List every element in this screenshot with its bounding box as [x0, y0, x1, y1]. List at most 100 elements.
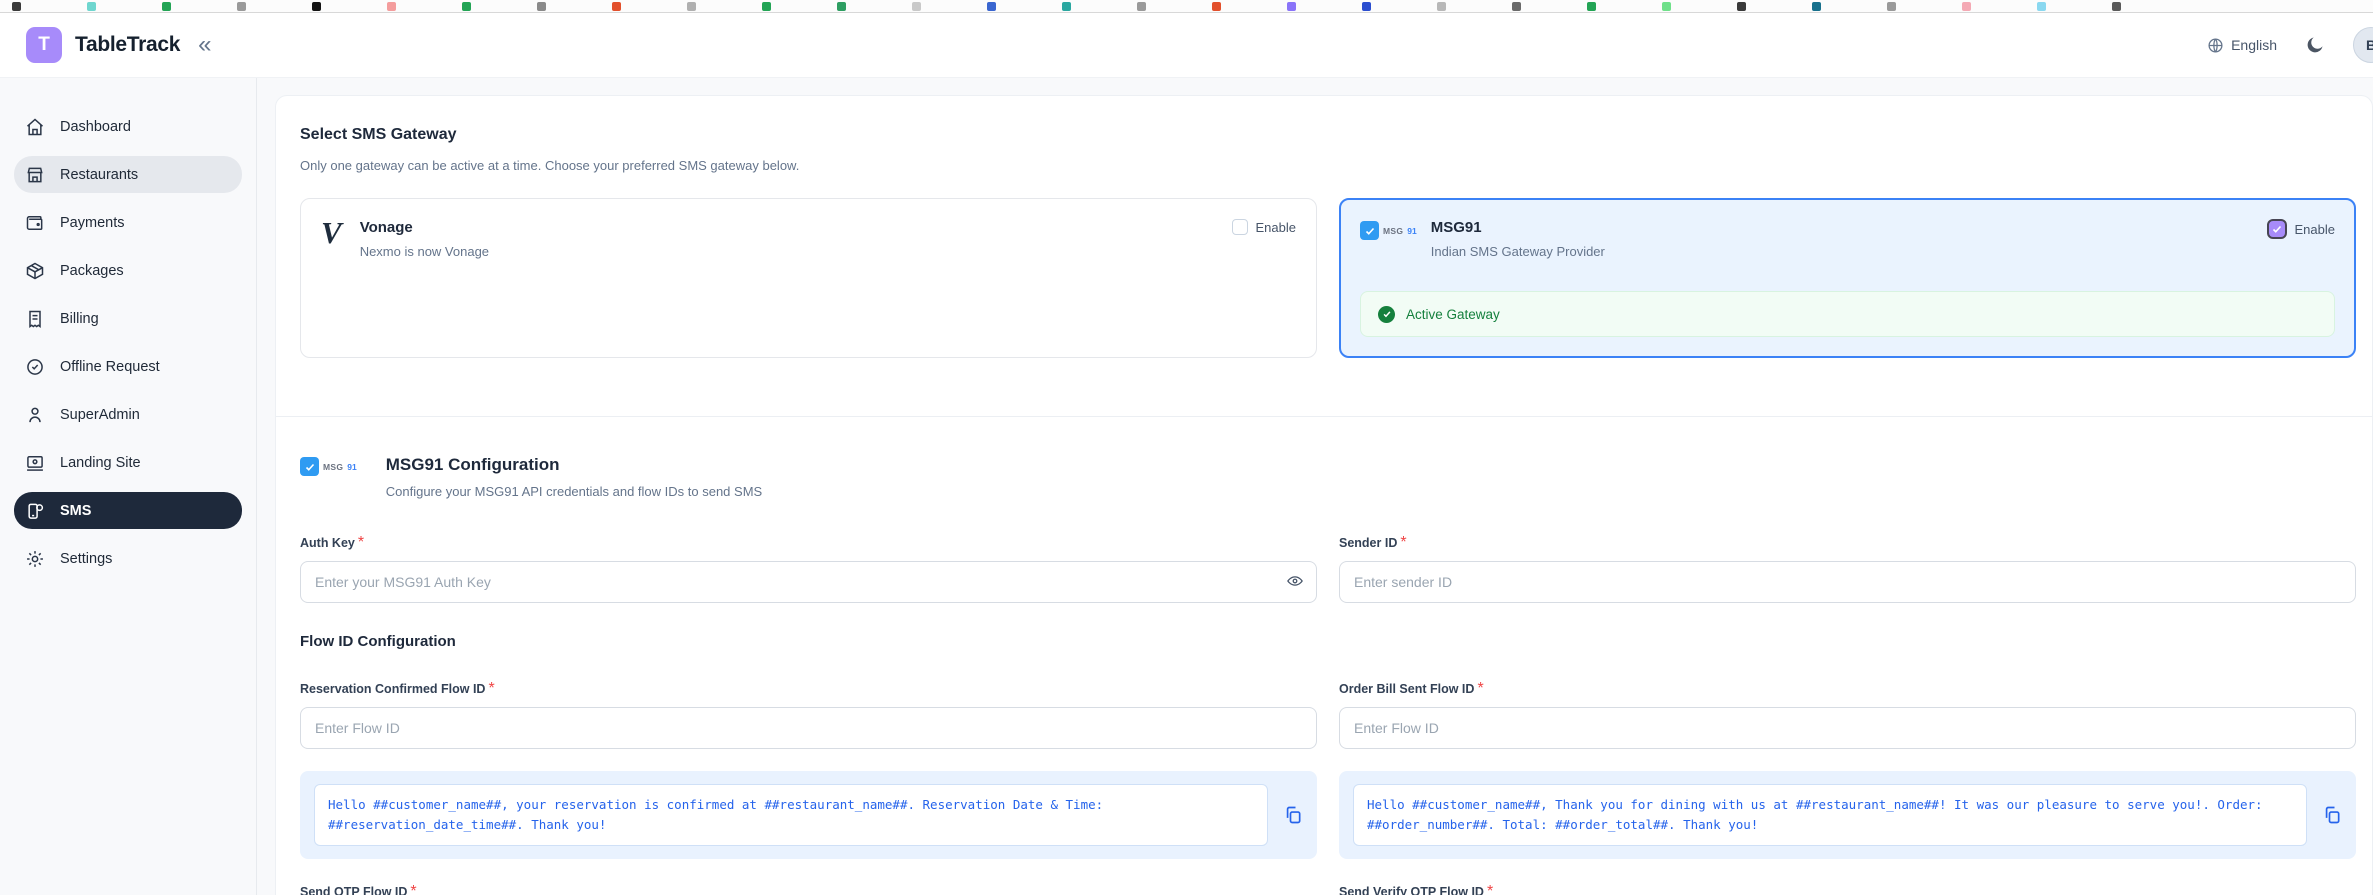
- browser-tab-favicon[interactable]: [987, 2, 996, 11]
- dark-mode-toggle[interactable]: [2305, 35, 2325, 55]
- language-label: English: [2231, 37, 2277, 53]
- app-logo-letter: T: [38, 34, 50, 56]
- browser-tab-favicon[interactable]: [237, 2, 246, 11]
- browser-tab-favicon[interactable]: [462, 2, 471, 11]
- package-icon: [25, 261, 45, 281]
- browser-tab-favicon[interactable]: [1812, 2, 1821, 11]
- sidebar-item-dashboard[interactable]: Dashboard: [14, 108, 242, 145]
- browser-tab-favicon[interactable]: [2112, 2, 2121, 11]
- app-title: TableTrack: [75, 33, 180, 57]
- msg91-description: Indian SMS Gateway Provider: [1431, 244, 1605, 259]
- wallet-icon: [25, 213, 45, 233]
- user-avatar[interactable]: B: [2353, 27, 2373, 63]
- app-logo[interactable]: T: [26, 27, 62, 63]
- sender-id-input[interactable]: [1339, 561, 2356, 603]
- order-flow-input[interactable]: [1339, 707, 2356, 749]
- browser-tab-favicon[interactable]: [387, 2, 396, 11]
- msg91-config-logo: MSG 91: [300, 457, 357, 476]
- send-otp-label: Send OTP Flow ID: [300, 885, 407, 895]
- vonage-description: Nexmo is now Vonage: [360, 244, 489, 259]
- msg91-logo-check-icon: [1360, 221, 1379, 240]
- reservation-flow-label: Reservation Confirmed Flow ID: [300, 682, 485, 696]
- badge-check-icon: [25, 357, 45, 377]
- vonage-enable-checkbox[interactable]: [1232, 219, 1248, 235]
- msg91-title: MSG91: [1431, 219, 1605, 236]
- browser-tab-favicon[interactable]: [2037, 2, 2046, 11]
- sidebar-item-label: Packages: [60, 263, 124, 279]
- msg91-logo: MSG 91: [1360, 221, 1417, 240]
- msg91-gateway-card[interactable]: MSG 91 MSG91 Indian SMS Gateway Provider…: [1339, 198, 2356, 358]
- sidebar-item-label: SMS: [60, 503, 91, 519]
- msg91-enable-checkbox[interactable]: [2267, 219, 2287, 239]
- browser-tab-favicon[interactable]: [1137, 2, 1146, 11]
- reservation-template-container: Hello ##customer_name##, your reservatio…: [300, 771, 1317, 859]
- sidebar-item-packages[interactable]: Packages: [14, 252, 242, 289]
- msg91-enable-toggle[interactable]: Enable: [2267, 219, 2335, 239]
- sidebar: Dashboard Restaurants Payments Packages …: [0, 78, 257, 895]
- browser-tab-favicon[interactable]: [762, 2, 771, 11]
- auth-key-input[interactable]: [300, 561, 1317, 603]
- browser-tab-favicon[interactable]: [612, 2, 621, 11]
- required-marker: *: [1477, 680, 1483, 697]
- browser-tab-favicon[interactable]: [687, 2, 696, 11]
- browser-tab-favicon[interactable]: [1587, 2, 1596, 11]
- browser-tab-favicon[interactable]: [1962, 2, 1971, 11]
- receipt-icon: [25, 309, 45, 329]
- sidebar-item-restaurants[interactable]: Restaurants: [14, 156, 242, 193]
- active-gateway-label: Active Gateway: [1406, 307, 1500, 322]
- sidebar-item-billing[interactable]: Billing: [14, 300, 242, 337]
- browser-tab-strip: [0, 0, 2373, 13]
- config-section-title: MSG91 Configuration: [386, 455, 762, 475]
- browser-tab-favicon[interactable]: [1512, 2, 1521, 11]
- active-gateway-banner: Active Gateway: [1360, 291, 2335, 337]
- sidebar-item-offline-request[interactable]: Offline Request: [14, 348, 242, 385]
- language-selector[interactable]: English: [2207, 37, 2277, 54]
- vonage-enable-toggle[interactable]: Enable: [1232, 219, 1296, 235]
- sidebar-item-settings[interactable]: Settings: [14, 540, 242, 577]
- copy-button[interactable]: [2322, 805, 2342, 825]
- vonage-title: Vonage: [360, 219, 489, 236]
- sidebar-item-label: Billing: [60, 311, 99, 327]
- sidebar-item-superadmin[interactable]: SuperAdmin: [14, 396, 242, 433]
- reservation-flow-input[interactable]: [300, 707, 1317, 749]
- toggle-visibility-button[interactable]: [1286, 572, 1304, 590]
- copy-button[interactable]: [1283, 805, 1303, 825]
- browser-tab-favicon[interactable]: [1437, 2, 1446, 11]
- home-icon: [25, 117, 45, 137]
- reservation-template-text: Hello ##customer_name##, your reservatio…: [314, 784, 1268, 846]
- vonage-enable-label: Enable: [1256, 220, 1296, 235]
- monitor-icon: [25, 453, 45, 473]
- app-header: T TableTrack « English B: [0, 13, 2373, 78]
- auth-key-label: Auth Key: [300, 536, 355, 550]
- sidebar-item-label: Settings: [60, 551, 112, 567]
- sidebar-item-label: Restaurants: [60, 167, 138, 183]
- msg91-enable-label: Enable: [2295, 222, 2335, 237]
- check-circle-icon: [1378, 306, 1395, 323]
- sidebar-item-label: SuperAdmin: [60, 407, 140, 423]
- browser-tab-favicon[interactable]: [12, 2, 21, 11]
- browser-tab-favicon[interactable]: [162, 2, 171, 11]
- vonage-gateway-card[interactable]: V Vonage Nexmo is now Vonage Enable: [300, 198, 1317, 358]
- browser-tab-favicon[interactable]: [912, 2, 921, 11]
- browser-tab-favicon[interactable]: [1287, 2, 1296, 11]
- sidebar-collapse-icon[interactable]: «: [198, 33, 211, 57]
- browser-tab-favicon[interactable]: [537, 2, 546, 11]
- copy-icon: [1283, 805, 1303, 825]
- browser-tab-favicon[interactable]: [1737, 2, 1746, 11]
- config-section-subtitle: Configure your MSG91 API credentials and…: [386, 484, 762, 499]
- eye-icon: [1286, 572, 1304, 590]
- browser-tab-favicon[interactable]: [1887, 2, 1896, 11]
- sidebar-item-sms[interactable]: SMS: [14, 492, 242, 529]
- moon-icon: [2305, 35, 2325, 55]
- browser-tab-favicon[interactable]: [1062, 2, 1071, 11]
- sidebar-item-payments[interactable]: Payments: [14, 204, 242, 241]
- store-icon: [25, 165, 45, 185]
- browser-tab-favicon[interactable]: [1362, 2, 1371, 11]
- browser-tab-favicon[interactable]: [312, 2, 321, 11]
- browser-tab-favicon[interactable]: [87, 2, 96, 11]
- browser-tab-favicon[interactable]: [1212, 2, 1221, 11]
- browser-tab-favicon[interactable]: [1662, 2, 1671, 11]
- browser-tab-favicon[interactable]: [837, 2, 846, 11]
- sidebar-item-landing-site[interactable]: Landing Site: [14, 444, 242, 481]
- content-panel: Select SMS Gateway Only one gateway can …: [275, 95, 2373, 895]
